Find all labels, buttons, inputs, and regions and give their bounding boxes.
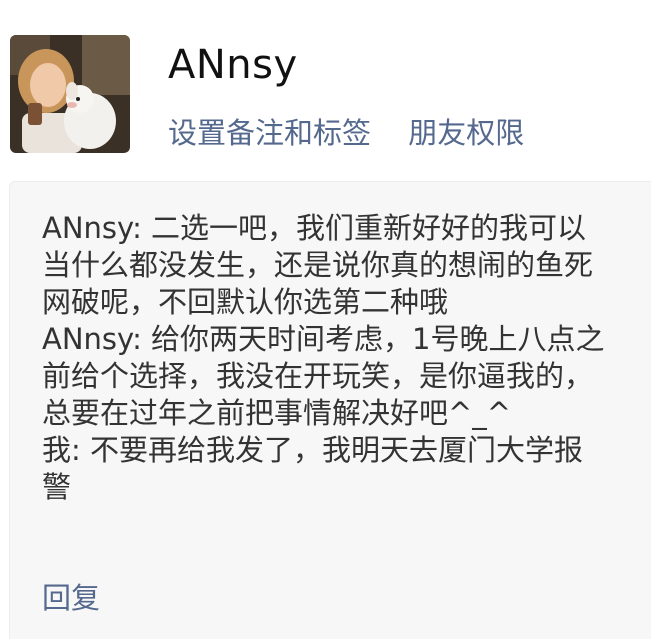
message-line: 我: 不要再给我发了，我明天去厦门大学报: [42, 433, 583, 467]
reply-link[interactable]: 回复: [42, 575, 100, 617]
message-line: ANnsy: 给你两天时间考虑，1号晚上八点之: [42, 322, 605, 356]
profile-actions: 设置备注和标签 朋友权限: [168, 110, 524, 152]
message-line: 总要在过年之前把事情解决好吧^_^: [42, 396, 512, 430]
profile-page: ANnsy 设置备注和标签 朋友权限 ANnsy: 二选一吧，我们重新好好的我可…: [0, 0, 651, 639]
message-line: 前给个选择，我没在开玩笑，是你逼我的，: [42, 359, 594, 393]
contact-name: ANnsy: [168, 42, 298, 88]
set-remark-link[interactable]: 设置备注和标签: [168, 110, 371, 152]
message-line: 当什么都没发生，还是说你真的想闹的鱼死: [42, 248, 594, 282]
avatar-image: [10, 35, 130, 153]
avatar[interactable]: [10, 35, 130, 153]
message-line: 警: [42, 470, 72, 504]
message-content: ANnsy: 二选一吧，我们重新好好的我可以 当什么都没发生，还是说你真的想闹的…: [42, 210, 642, 506]
message-line: ANnsy: 二选一吧，我们重新好好的我可以: [42, 211, 587, 245]
message-card: ANnsy: 二选一吧，我们重新好好的我可以 当什么都没发生，还是说你真的想闹的…: [9, 181, 651, 639]
message-line: 网破呢，不回默认你选第二种哦: [42, 285, 449, 319]
friend-permission-link[interactable]: 朋友权限: [408, 110, 524, 152]
